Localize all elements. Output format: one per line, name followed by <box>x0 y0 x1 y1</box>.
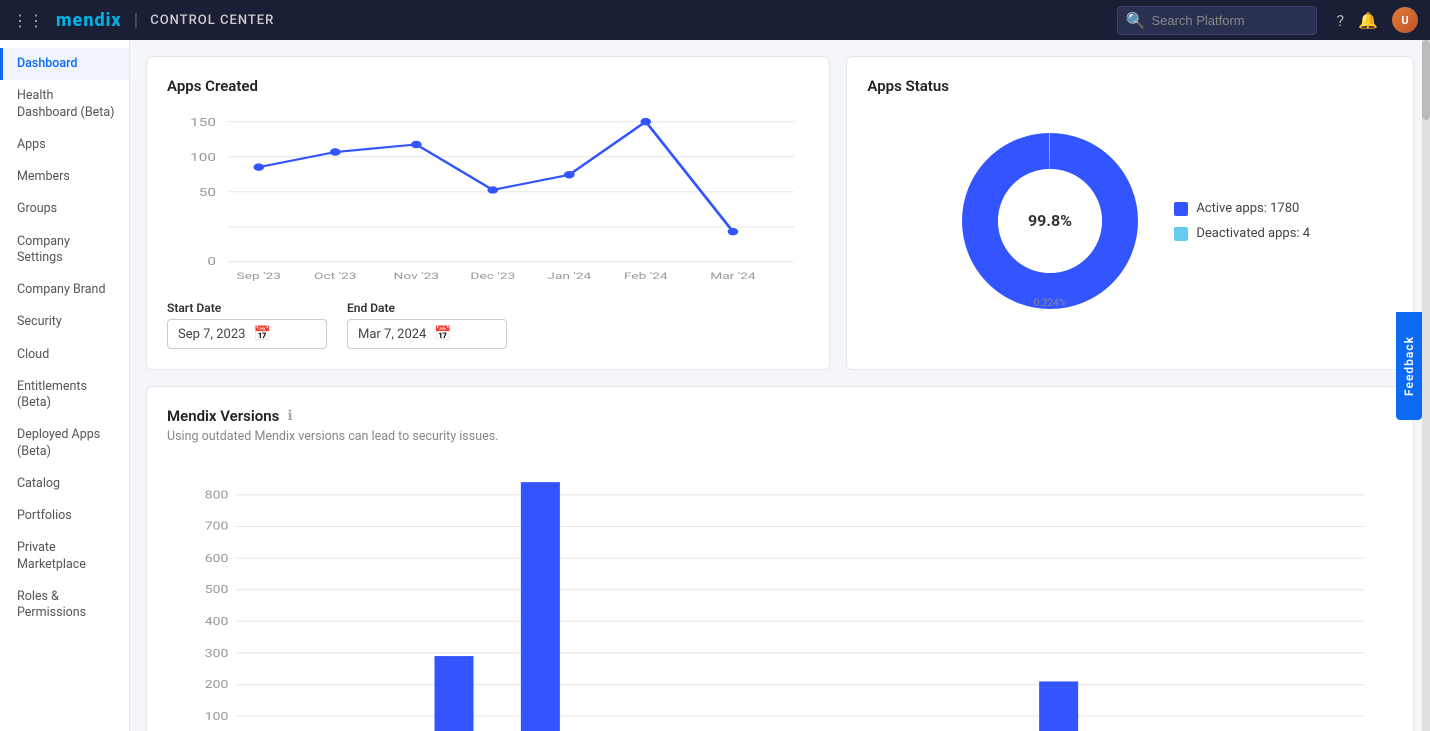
bar-chart-svg: 0 100 200 300 400 500 600 700 800 v9.x <box>167 460 1393 731</box>
sidebar-item-catalog[interactable]: Catalog <box>0 468 129 500</box>
main-content: Apps Created 150 100 50 0 <box>130 40 1430 731</box>
nav-icons: ? 🔔 U <box>1337 7 1418 33</box>
svg-text:99.8%: 99.8% <box>1028 211 1072 230</box>
deactivated-label: Deactivated apps: 4 <box>1196 226 1310 241</box>
start-date-group: Start Date Sep 7, 2023 📅 <box>167 301 327 349</box>
svg-text:700: 700 <box>205 520 228 533</box>
end-date-value: Mar 7, 2024 <box>358 327 426 342</box>
end-date-group: End Date Mar 7, 2024 📅 <box>347 301 507 349</box>
svg-text:Dec '23: Dec '23 <box>470 270 515 281</box>
svg-text:500: 500 <box>205 583 228 596</box>
scrollbar-thumb[interactable] <box>1422 40 1430 120</box>
svg-text:0.224%: 0.224% <box>1034 298 1066 309</box>
sidebar-item-members[interactable]: Members <box>0 161 129 193</box>
sidebar-item-entitlements-beta[interactable]: Entitlements (Beta) <box>0 371 129 420</box>
svg-text:Oct '23: Oct '23 <box>314 270 356 281</box>
sidebar-item-deployed-apps-beta[interactable]: Deployed Apps (Beta) <box>0 419 129 468</box>
feedback-tab-container: Feedback <box>1396 312 1422 420</box>
deactivated-dot <box>1174 227 1188 241</box>
end-date-label: End Date <box>347 301 507 315</box>
grid-icon[interactable]: ⋮⋮ <box>12 11 44 30</box>
bar-chart: 0 100 200 300 400 500 600 700 800 v9.x <box>167 460 1393 731</box>
logo-text: mendix <box>56 10 122 31</box>
svg-text:Feb '24: Feb '24 <box>624 270 668 281</box>
active-label: Active apps: 1780 <box>1196 201 1299 216</box>
apps-status-title: Apps Status <box>867 77 1393 95</box>
donut-legend: Active apps: 1780 Deactivated apps: 4 <box>1174 201 1310 241</box>
legend-deactivated: Deactivated apps: 4 <box>1174 226 1310 241</box>
sidebar-item-dashboard[interactable]: Dashboard <box>0 48 129 80</box>
start-date-input[interactable]: Sep 7, 2023 📅 <box>167 319 327 349</box>
svg-text:100: 100 <box>205 711 228 724</box>
top-navigation: ⋮⋮ mendix | CONTROL CENTER 🔍 ? 🔔 U <box>0 0 1430 40</box>
svg-text:200: 200 <box>205 678 228 691</box>
search-icon: 🔍 <box>1126 11 1146 30</box>
sidebar-item-apps[interactable]: Apps <box>0 129 129 161</box>
versions-header: Mendix Versions ℹ <box>167 407 1393 425</box>
feedback-button[interactable]: Feedback <box>1396 312 1422 420</box>
sidebar-item-cloud[interactable]: Cloud <box>0 339 129 371</box>
search-box[interactable]: 🔍 <box>1117 6 1317 35</box>
svg-text:150: 150 <box>190 117 216 129</box>
versions-title: Mendix Versions <box>167 407 279 425</box>
mendix-versions-card: Mendix Versions ℹ Using outdated Mendix … <box>146 386 1414 731</box>
svg-text:Sep '23: Sep '23 <box>237 270 281 281</box>
sidebar-item-portfolios[interactable]: Portfolios <box>0 500 129 532</box>
logo-divider: | <box>134 10 139 31</box>
svg-text:800: 800 <box>205 489 228 502</box>
sidebar-item-private-marketplace[interactable]: Private Marketplace <box>0 532 129 581</box>
sidebar-item-groups[interactable]: Groups <box>0 193 129 225</box>
svg-text:0: 0 <box>207 256 216 268</box>
svg-text:Nov '23: Nov '23 <box>394 270 440 281</box>
start-date-label: Start Date <box>167 301 327 315</box>
apps-created-card: Apps Created 150 100 50 0 <box>146 56 830 370</box>
app-name: CONTROL CENTER <box>150 13 274 28</box>
end-date-input[interactable]: Mar 7, 2024 📅 <box>347 319 507 349</box>
svg-text:600: 600 <box>205 552 228 565</box>
search-input[interactable] <box>1151 13 1307 28</box>
line-chart-svg: 150 100 50 0 Sep '23 Oct '23 Nov '23 Dec… <box>167 111 809 281</box>
sidebar: DashboardHealth Dashboard (Beta)AppsMemb… <box>0 40 130 731</box>
sidebar-item-health-dashboard-beta[interactable]: Health Dashboard (Beta) <box>0 80 129 129</box>
info-icon[interactable]: ℹ <box>287 408 292 424</box>
donut-chart-svg: 99.8% 0.224% <box>950 121 1150 321</box>
page-scrollbar[interactable] <box>1422 40 1430 731</box>
calendar-icon-end: 📅 <box>434 326 451 342</box>
logo: mendix | CONTROL CENTER <box>56 10 274 31</box>
svg-text:Mar '24: Mar '24 <box>710 270 756 281</box>
sidebar-item-security[interactable]: Security <box>0 306 129 338</box>
sidebar-item-company-brand[interactable]: Company Brand <box>0 274 129 306</box>
svg-text:400: 400 <box>205 615 228 628</box>
versions-subtitle: Using outdated Mendix versions can lead … <box>167 429 1393 444</box>
sidebar-item-roles--permissions[interactable]: Roles & Permissions <box>0 581 129 630</box>
notification-icon[interactable]: 🔔 <box>1358 11 1378 30</box>
apps-created-title: Apps Created <box>167 77 809 95</box>
donut-chart-wrap: 99.8% 0.224% Active apps: 1780 Deactivat… <box>867 111 1393 331</box>
feedback-label: Feedback <box>1402 336 1416 396</box>
svg-text:50: 50 <box>199 187 216 199</box>
sidebar-item-company-settings[interactable]: Company Settings <box>0 226 129 275</box>
svg-text:Jan '24: Jan '24 <box>547 270 591 281</box>
apps-status-card: Apps Status 99.8% 0.224% <box>846 56 1414 370</box>
avatar[interactable]: U <box>1392 7 1418 33</box>
date-row: Start Date Sep 7, 2023 📅 End Date Mar 7,… <box>167 301 809 349</box>
line-chart: 150 100 50 0 Sep '23 Oct '23 Nov '23 Dec… <box>167 111 809 281</box>
calendar-icon-start: 📅 <box>253 326 270 342</box>
svg-text:300: 300 <box>205 647 228 660</box>
charts-row: Apps Created 150 100 50 0 <box>130 40 1430 370</box>
start-date-value: Sep 7, 2023 <box>178 327 245 342</box>
help-icon[interactable]: ? <box>1337 11 1345 30</box>
active-dot <box>1174 202 1188 216</box>
legend-active: Active apps: 1780 <box>1174 201 1310 216</box>
svg-text:100: 100 <box>190 152 216 164</box>
